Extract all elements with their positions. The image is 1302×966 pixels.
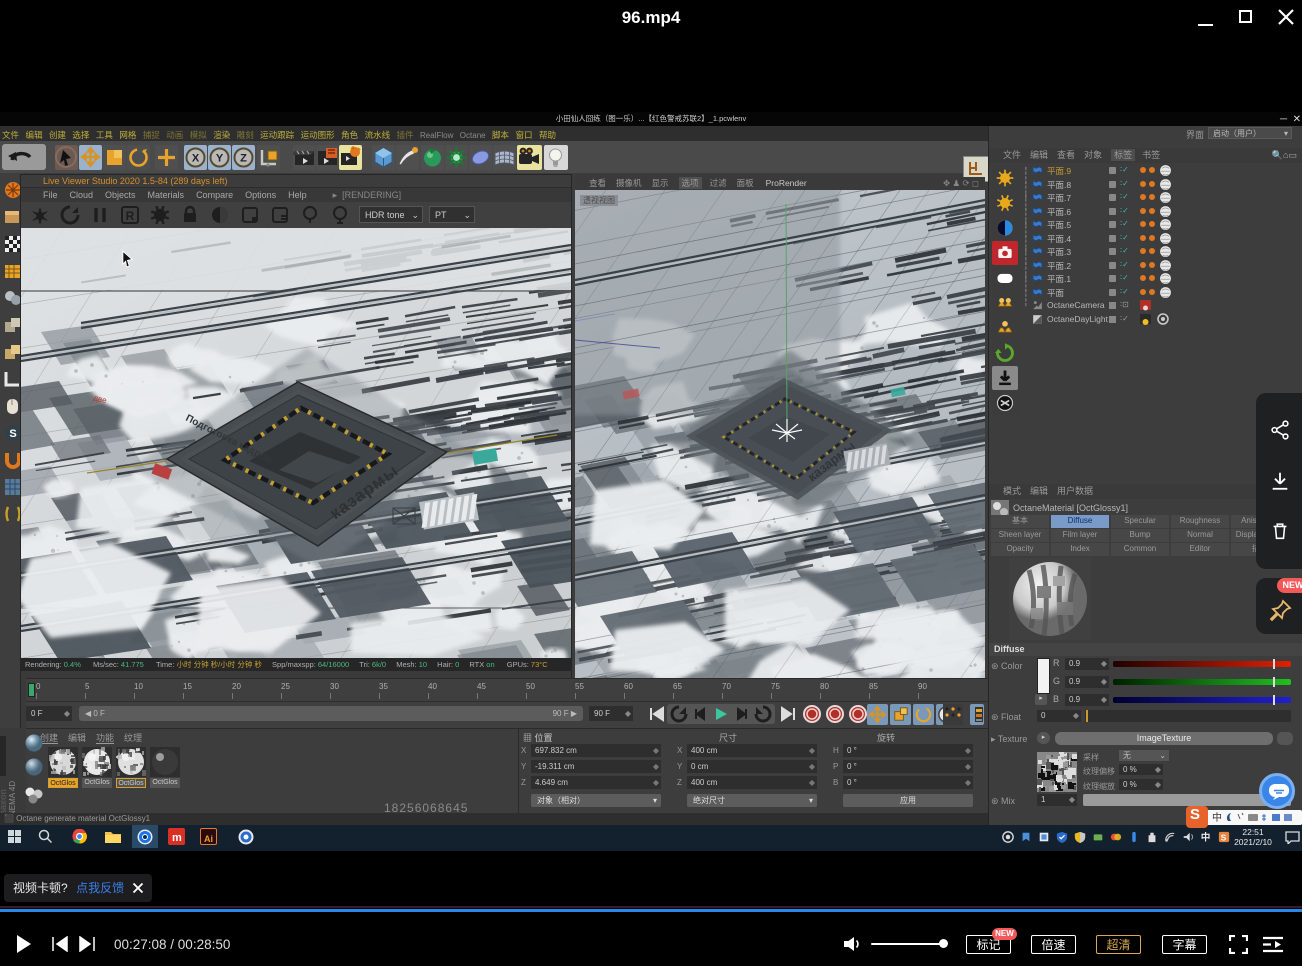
- svg-text:中: 中: [1212, 811, 1222, 824]
- svg-text:中: 中: [1201, 831, 1210, 842]
- svg-text:R: R: [126, 209, 135, 223]
- svg-text:X: X: [192, 153, 200, 165]
- svg-text:S: S: [9, 428, 16, 440]
- svg-text:Y: Y: [216, 153, 224, 165]
- svg-text:Z: Z: [240, 153, 247, 165]
